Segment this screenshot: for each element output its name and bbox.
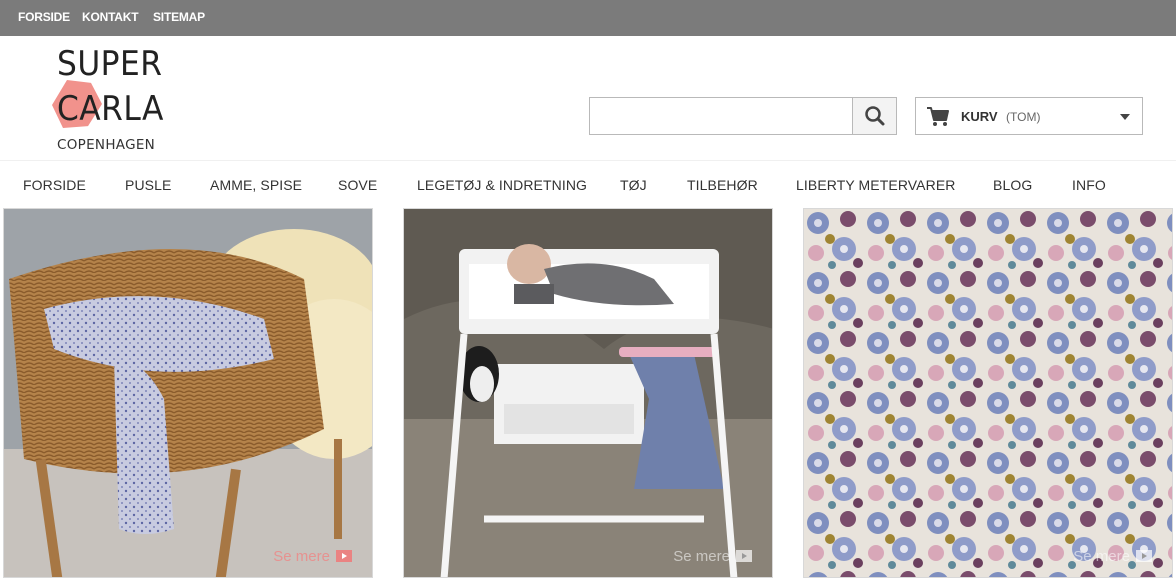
topbar-link-forside[interactable]: FORSIDE xyxy=(18,10,70,24)
basket-image xyxy=(4,209,372,577)
nav-item-pusle[interactable]: PUSLE xyxy=(125,177,171,193)
top-bar: FORSIDE KONTAKT SITEMAP xyxy=(0,0,1176,36)
search-box xyxy=(589,97,897,135)
see-more-link[interactable]: Se mere xyxy=(673,548,752,565)
see-more-label: Se mere xyxy=(273,548,330,565)
product-tile-liberty-fabric[interactable]: Se mere xyxy=(803,208,1173,578)
nav-item-toj[interactable]: TØJ xyxy=(620,177,647,193)
nav-item-info[interactable]: INFO xyxy=(1072,177,1106,193)
play-arrow-icon xyxy=(1136,550,1152,562)
liberty-fabric-image xyxy=(804,209,1172,577)
main-nav: FORSIDE PUSLE AMME, SPISE SOVE LEGETØJ &… xyxy=(0,160,1176,207)
shopping-cart-icon xyxy=(927,107,949,126)
nav-item-forside[interactable]: FORSIDE xyxy=(23,177,86,193)
see-more-label: Se mere xyxy=(1073,548,1130,565)
see-more-link[interactable]: Se mere xyxy=(1073,548,1152,565)
search-input[interactable] xyxy=(590,98,853,134)
nav-item-tilbehor[interactable]: TILBEHØR xyxy=(687,177,758,193)
play-arrow-icon xyxy=(736,550,752,562)
search-button[interactable] xyxy=(852,98,896,134)
see-more-link[interactable]: Se mere xyxy=(273,548,352,565)
logo-line-1: SUPER xyxy=(57,44,163,84)
logo-line-2: CARLA xyxy=(57,89,164,129)
cart-status: (TOM) xyxy=(1006,110,1041,124)
nav-item-legetoj-indretning[interactable]: LEGETØJ & INDRETNING xyxy=(417,177,587,193)
nav-item-sove[interactable]: SOVE xyxy=(338,177,377,193)
search-icon xyxy=(865,106,885,126)
site-logo[interactable]: SUPER CARLA COPENHAGEN xyxy=(48,40,188,156)
changing-table-image xyxy=(404,209,772,577)
see-more-label: Se mere xyxy=(673,548,730,565)
nav-item-amme-spise[interactable]: AMME, SPISE xyxy=(210,177,302,193)
topbar-link-kontakt[interactable]: KONTAKT xyxy=(82,10,139,24)
nav-item-blog[interactable]: BLOG xyxy=(993,177,1032,193)
product-tile-basket[interactable]: Se mere xyxy=(3,208,373,578)
logo-line-3: COPENHAGEN xyxy=(57,137,156,153)
nav-item-liberty-metervarer[interactable]: LIBERTY METERVARER xyxy=(796,177,955,193)
play-arrow-icon xyxy=(336,550,352,562)
cart-dropdown[interactable]: KURV (TOM) xyxy=(915,97,1143,135)
product-tile-changing-table[interactable]: Se mere xyxy=(403,208,773,578)
chevron-down-icon xyxy=(1120,114,1130,120)
cart-label: KURV xyxy=(961,109,998,124)
site-header: SUPER CARLA COPENHAGEN KURV (TOM) xyxy=(0,36,1176,160)
topbar-link-sitemap[interactable]: SITEMAP xyxy=(153,10,205,24)
